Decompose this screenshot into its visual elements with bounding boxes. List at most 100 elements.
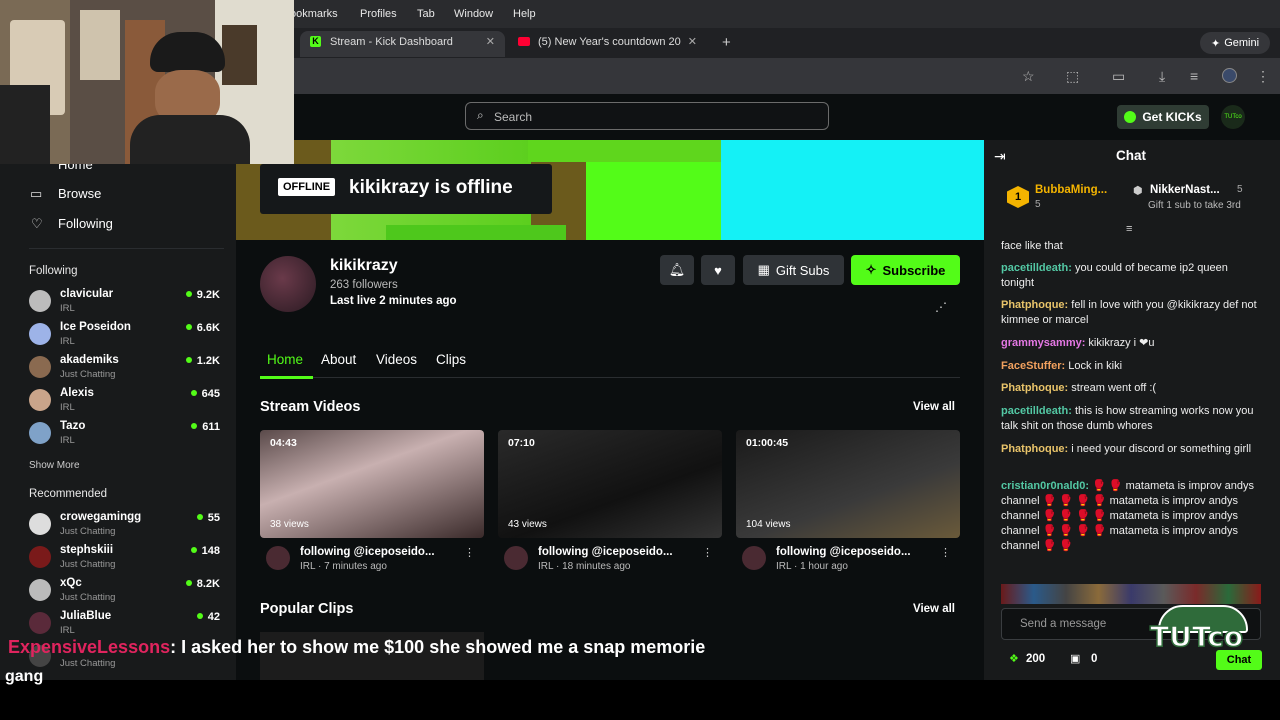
chat-username[interactable]: Phatphoque: <box>1001 443 1068 455</box>
tab-close-icon[interactable]: ✕ <box>486 35 495 48</box>
sidebar-channel-row[interactable]: akademiks Just Chatting 1.2K <box>29 354 224 387</box>
pinned-gifter-1-name[interactable]: BubbaMing... <box>1035 184 1107 196</box>
channel-category: Just Chatting <box>60 369 116 380</box>
expand-pinned-icon[interactable]: ≡ <box>1126 223 1132 235</box>
collapse-chat-icon[interactable]: ⇥ <box>994 148 1006 165</box>
video-card[interactable]: 07:10 43 views following @iceposeido... IRL… <box>498 430 722 575</box>
sidebar-channel-row[interactable]: Alexis IRL 645 <box>29 387 224 420</box>
channel-name: JuliaBlue <box>60 610 112 622</box>
viewer-count: 55 <box>197 512 220 524</box>
new-tab-icon[interactable]: + <box>722 34 731 51</box>
search-input[interactable]: ⌕ Search <box>465 102 829 130</box>
show-more-link[interactable]: Show More <box>29 460 80 471</box>
channel-avatar[interactable] <box>504 546 528 570</box>
tab-close-icon[interactable]: ✕ <box>688 35 697 48</box>
video-thumbnail[interactable]: 04:43 38 views <box>260 430 484 538</box>
channel-name: Tazo <box>60 420 86 432</box>
notification-button[interactable]: 🔔︎ <box>660 255 694 285</box>
tab-kick-dashboard[interactable]: K Stream - Kick Dashboard ✕ <box>300 31 505 57</box>
more-options-icon[interactable]: ⋮ <box>940 546 951 559</box>
video-meta: IRL · 7 minutes ago <box>300 561 387 572</box>
sidebar-channel-row[interactable]: xQc Just Chatting 8.2K <box>29 577 224 610</box>
view-all-videos-link[interactable]: View all <box>913 401 955 413</box>
video-views: 43 views <box>508 519 547 530</box>
tab-clips[interactable]: Clips <box>436 352 466 367</box>
video-duration: 04:43 <box>270 437 297 449</box>
chat-username[interactable]: Phatphoque: <box>1001 299 1068 311</box>
tab-youtube[interactable]: (5) New Year's countdown 20 ✕ <box>508 31 713 57</box>
tab-videos[interactable]: Videos <box>376 352 417 367</box>
chat-username[interactable]: Phatphoque: <box>1001 382 1068 394</box>
points-icon: ❖ <box>1009 653 1019 665</box>
view-all-clips-link[interactable]: View all <box>913 603 955 615</box>
gift-prompt[interactable]: Gift 1 sub to take 3rd <box>1148 200 1241 211</box>
channel-name: akademiks <box>60 354 119 366</box>
media-icon[interactable]: ≡ <box>1190 68 1198 84</box>
chat-username[interactable]: grammysammy: <box>1001 337 1085 349</box>
video-thumbnail[interactable]: 07:10 43 views <box>498 430 722 538</box>
chat-message: FaceStuffer: Lock in kiki <box>1001 359 1261 374</box>
gifts-count[interactable]: 0 <box>1091 653 1097 665</box>
video-card[interactable]: 04:43 38 views following @iceposeido... IRL… <box>260 430 484 575</box>
chat-text: stream went off :( <box>1068 382 1157 394</box>
menu-bookmarks[interactable]: ookmarks <box>290 8 338 20</box>
extensions-icon[interactable]: ⬚ <box>1066 68 1079 85</box>
share-icon[interactable]: ⋰ <box>935 300 947 314</box>
download-icon[interactable]: ⤓ <box>1159 68 1165 85</box>
chat-username[interactable]: FaceStuffer: <box>1001 360 1065 372</box>
chat-username[interactable]: pacetilldeath: <box>1001 405 1072 417</box>
profile-avatar[interactable] <box>1222 68 1237 83</box>
tab-about[interactable]: About <box>321 352 356 367</box>
points-count[interactable]: 200 <box>1026 653 1045 665</box>
channel-name: Alexis <box>60 387 94 399</box>
more-options-icon[interactable]: ⋮ <box>702 546 713 559</box>
video-card[interactable]: 01:00:45 104 views following @iceposeido..… <box>736 430 960 575</box>
video-title[interactable]: following @iceposeido... <box>300 546 435 558</box>
menu-window[interactable]: Window <box>454 8 493 20</box>
menu-help[interactable]: Help <box>513 8 536 20</box>
video-thumbnail[interactable]: 01:00:45 104 views <box>736 430 960 538</box>
get-kicks-button[interactable]: Get KICKs <box>1117 105 1209 129</box>
sidebar-channel-row[interactable]: Ice Poseidon IRL 6.6K <box>29 321 224 354</box>
kick-favicon-icon: K <box>310 36 321 47</box>
menu-profiles[interactable]: Profiles <box>360 8 397 20</box>
sidebar-channel-row[interactable]: clavicular IRL 9.2K <box>29 288 224 321</box>
follow-button[interactable]: ♥ <box>701 255 735 285</box>
browser-menu-icon[interactable]: ⋮ <box>1256 68 1270 85</box>
screen-share-icon[interactable]: ▭ <box>1112 68 1125 85</box>
pinned-gifter-2-name[interactable]: NikkerNast... <box>1150 184 1220 196</box>
chat-message: grammysammy: kikikrazy i ❤u <box>1001 336 1261 351</box>
chat-username[interactable]: pacetilldeath: <box>1001 262 1072 274</box>
star-icon[interactable]: ☆ <box>1022 68 1035 85</box>
channel-avatar[interactable] <box>742 546 766 570</box>
more-options-icon[interactable]: ⋮ <box>464 546 475 559</box>
channel-category: IRL <box>60 402 75 413</box>
video-title[interactable]: following @iceposeido... <box>776 546 911 558</box>
channel-avatar <box>29 290 51 312</box>
chat-username[interactable]: cristian0r0nald0: <box>1001 480 1089 492</box>
channel-category: IRL <box>60 336 75 347</box>
sidebar-channel-row[interactable]: Tazo IRL 611 <box>29 420 224 453</box>
gift-subs-button[interactable]: ▦ Gift Subs <box>743 255 844 285</box>
pinned-gifter-1-count: 5 <box>1035 199 1041 210</box>
menu-tab[interactable]: Tab <box>417 8 435 20</box>
channel-followers: 263 followers <box>330 279 398 291</box>
tab-home[interactable]: Home <box>267 352 303 367</box>
gift-icon: ▣ <box>1070 653 1081 665</box>
user-avatar[interactable]: TUTco <box>1221 105 1245 129</box>
tab-title: Stream - Kick Dashboard <box>330 36 453 48</box>
chat-message: Phatphoque: i need your discord or somet… <box>1001 442 1261 457</box>
gemini-button[interactable]: ✦ Gemini <box>1200 32 1270 54</box>
sidebar-channel-row[interactable]: stephskiii Just Chatting 148 <box>29 544 224 577</box>
sidebar-following[interactable]: Following <box>58 216 113 231</box>
caption-line-2: gang <box>5 668 44 685</box>
sidebar-channel-row[interactable]: crowegamingg Just Chatting 55 <box>29 511 224 544</box>
viewer-count: 611 <box>191 421 220 433</box>
video-title[interactable]: following @iceposeido... <box>538 546 673 558</box>
sidebar-browse[interactable]: Browse <box>58 186 101 201</box>
channel-category: IRL <box>60 303 75 314</box>
channel-avatar[interactable] <box>266 546 290 570</box>
subscribe-button[interactable]: ✧ Subscribe <box>851 255 960 285</box>
channel-avatar[interactable] <box>260 256 316 312</box>
channel-category: Just Chatting <box>60 559 116 570</box>
